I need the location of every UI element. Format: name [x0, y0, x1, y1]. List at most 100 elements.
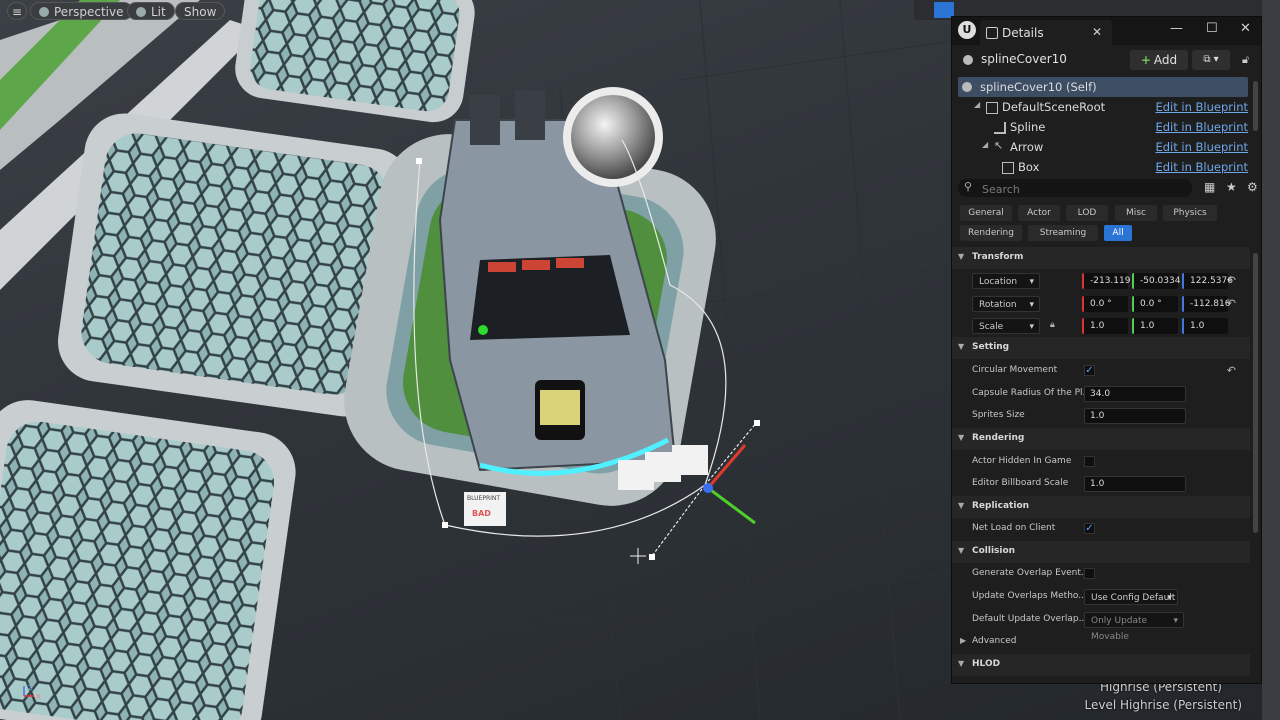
- collapse-arrow-icon: ▼: [958, 252, 965, 261]
- category-streaming[interactable]: Streaming: [1028, 225, 1098, 241]
- prop-location: Location ▾ -213.119 -50.0334 122.5376 ↶: [952, 270, 1250, 292]
- category-actor[interactable]: Actor: [1018, 205, 1060, 221]
- scale-z-field[interactable]: 1.0: [1182, 318, 1228, 334]
- details-scrollbar[interactable]: [1253, 253, 1258, 533]
- section-transform[interactable]: ▼ Transform: [952, 247, 1250, 269]
- reset-to-default-icon[interactable]: ↶: [1227, 364, 1236, 377]
- component-row-defaultsceneroot[interactable]: ◢ DefaultSceneRoot Edit in Blueprint: [958, 97, 1248, 117]
- mouse-cursor: [630, 548, 646, 564]
- edit-in-blueprint-link[interactable]: Edit in Blueprint: [1155, 120, 1248, 134]
- settings-gear-icon[interactable]: ⚙: [1247, 180, 1258, 194]
- maximize-icon[interactable]: ☐: [1206, 21, 1218, 36]
- reset-to-default-icon[interactable]: ↶: [1227, 297, 1236, 310]
- spline-icon: [994, 122, 1006, 134]
- decal-bad-text: BAD: [472, 509, 491, 518]
- scale-x-field[interactable]: 1.0: [1082, 318, 1128, 334]
- details-tab-icon: [986, 27, 998, 39]
- section-setting[interactable]: ▼ Setting: [952, 337, 1250, 359]
- prop-net-load: Net Load on Client ✓: [952, 518, 1250, 540]
- minimize-icon[interactable]: —: [1170, 21, 1183, 36]
- prop-label: Generate Overlap Event...: [972, 568, 1090, 578]
- component-row-spline[interactable]: Spline Edit in Blueprint: [958, 117, 1248, 137]
- category-misc[interactable]: Misc: [1115, 205, 1157, 221]
- update-overlaps-dropdown[interactable]: Use Config Default ▾: [1084, 589, 1178, 605]
- details-tab-close-icon[interactable]: ✕: [1092, 25, 1102, 39]
- default-update-overlap-dropdown[interactable]: Only Update Movable ▾: [1084, 612, 1184, 642]
- category-physics[interactable]: Physics: [1163, 205, 1217, 221]
- location-x-field[interactable]: -213.119: [1082, 273, 1130, 289]
- rotation-x-field[interactable]: 0.0 °: [1082, 296, 1128, 312]
- scale-y-field[interactable]: 1.0: [1132, 318, 1178, 334]
- category-lod[interactable]: LOD: [1066, 205, 1108, 221]
- component-tree-scrollbar[interactable]: [1253, 81, 1258, 131]
- category-all[interactable]: All: [1104, 225, 1132, 241]
- details-search-input[interactable]: [980, 180, 1184, 198]
- collapse-arrow-icon: ▼: [958, 546, 965, 555]
- viewport-options-button[interactable]: ≡: [7, 2, 27, 20]
- collapse-arrow-icon: ▼: [958, 659, 965, 668]
- details-tab-bar: U Details ✕ — ☐ ✕: [952, 17, 1261, 45]
- edit-in-blueprint-link[interactable]: Edit in Blueprint: [1155, 140, 1248, 154]
- show-button[interactable]: Show: [175, 2, 226, 20]
- details-tab[interactable]: Details ✕: [980, 20, 1112, 45]
- perspective-button[interactable]: Perspective: [30, 2, 133, 20]
- chevron-down-icon: ▾: [1029, 322, 1034, 332]
- component-tree: splineCover10 (Self) ◢ DefaultSceneRoot …: [958, 77, 1248, 187]
- billboard-scale-field[interactable]: 1.0: [1084, 476, 1186, 492]
- hex-planter-top: [235, 0, 475, 123]
- capsule-radius-field[interactable]: 34.0: [1084, 386, 1186, 402]
- lit-label: Lit: [151, 5, 166, 19]
- section-advanced[interactable]: ▶ Advanced: [952, 631, 1250, 653]
- prop-actor-hidden: Actor Hidden In Game: [952, 451, 1250, 473]
- lock-selection-icon[interactable]: 🔓︎: [1242, 53, 1249, 67]
- section-collision[interactable]: ▼ Collision: [952, 541, 1250, 563]
- prop-sprites-size: Sprites Size 1.0: [952, 405, 1250, 427]
- blueprint-options-button[interactable]: ⧉ ▾: [1192, 50, 1230, 70]
- section-title: HLOD: [972, 659, 1001, 669]
- prop-billboard-scale: Editor Billboard Scale 1.0: [952, 473, 1250, 495]
- rotation-z-field[interactable]: -112.816: [1182, 296, 1230, 312]
- window-close-icon[interactable]: ✕: [1240, 21, 1251, 36]
- generate-overlap-checkbox[interactable]: [1084, 568, 1095, 579]
- component-row-arrow[interactable]: ◢ ↖ Arrow Edit in Blueprint: [958, 137, 1248, 157]
- edit-in-blueprint-link[interactable]: Edit in Blueprint: [1155, 100, 1248, 114]
- location-z-field[interactable]: 122.5376: [1182, 273, 1233, 289]
- section-hlod[interactable]: ▼ HLOD: [952, 654, 1250, 676]
- lit-icon: [136, 7, 146, 17]
- table-view-icon[interactable]: ▦: [1204, 180, 1215, 194]
- chevron-down-icon: ▾: [1029, 300, 1034, 310]
- details-search-box[interactable]: ⚲: [958, 179, 1192, 198]
- object-name: splineCover10: [981, 52, 1067, 66]
- category-rendering[interactable]: Rendering: [960, 225, 1022, 241]
- collapse-arrow-icon: ▼: [958, 433, 965, 442]
- sprites-size-field[interactable]: 1.0: [1084, 408, 1186, 424]
- favorites-star-icon[interactable]: ★: [1226, 180, 1237, 194]
- circular-movement-checkbox[interactable]: ✓: [1084, 365, 1095, 376]
- show-label: Show: [184, 5, 217, 19]
- rotation-mode-dropdown[interactable]: Rotation ▾: [972, 296, 1040, 312]
- expand-arrow-icon[interactable]: ◢: [982, 140, 988, 149]
- category-general[interactable]: General: [960, 205, 1012, 221]
- section-replication[interactable]: ▼ Replication: [952, 496, 1250, 518]
- blueprint-icon: ⧉ ▾: [1203, 54, 1219, 65]
- reset-to-default-icon[interactable]: ↶: [1227, 274, 1236, 287]
- rotation-y-field[interactable]: 0.0 °: [1132, 296, 1178, 312]
- expand-arrow-icon[interactable]: ◢: [974, 100, 980, 109]
- edit-in-blueprint-link[interactable]: Edit in Blueprint: [1155, 160, 1248, 174]
- box-icon: [1002, 162, 1014, 174]
- chevron-down-icon: ▾: [1173, 616, 1178, 626]
- component-row-self[interactable]: splineCover10 (Self): [958, 77, 1248, 97]
- section-title: Setting: [972, 342, 1010, 352]
- lit-button[interactable]: Lit: [127, 2, 175, 20]
- scale-lock-icon[interactable]: 🔒︎: [1050, 320, 1055, 330]
- net-load-checkbox[interactable]: ✓: [1084, 523, 1095, 534]
- component-row-box[interactable]: Box Edit in Blueprint: [958, 157, 1248, 177]
- location-y-field[interactable]: -50.0334: [1132, 273, 1180, 289]
- scale-mode-dropdown[interactable]: Scale ▾: [972, 318, 1040, 334]
- section-rendering[interactable]: ▼ Rendering: [952, 428, 1250, 450]
- location-mode-dropdown[interactable]: Location ▾: [972, 273, 1040, 289]
- hex-planter-bottom: [0, 400, 296, 720]
- add-component-button[interactable]: + Add: [1130, 50, 1188, 70]
- actor-hidden-checkbox[interactable]: [1084, 456, 1095, 467]
- prop-circular-movement: Circular Movement ✓ ↶: [952, 360, 1250, 382]
